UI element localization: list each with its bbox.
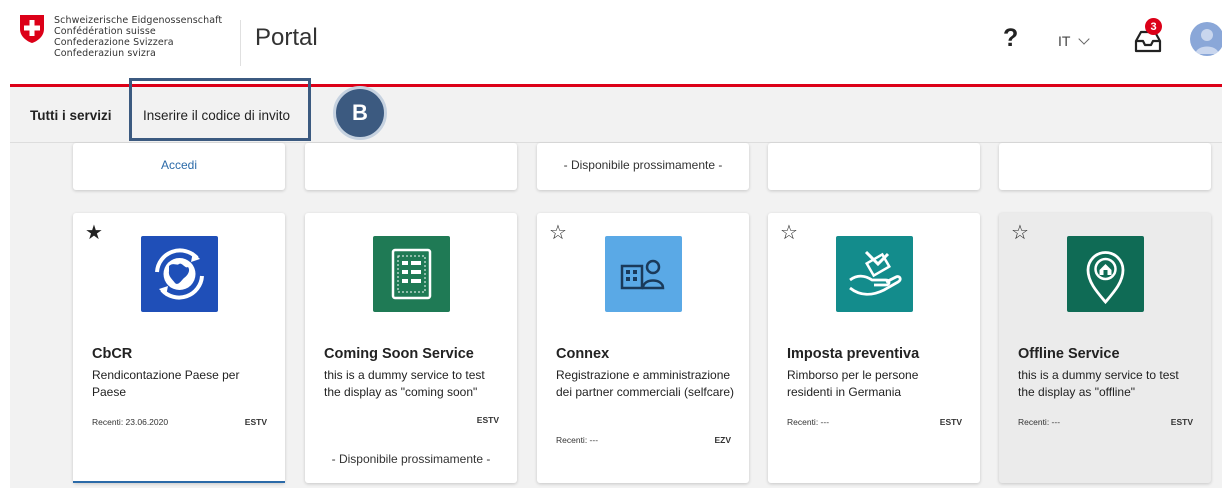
service-card-coming-soon[interactable]: Coming Soon Service this is a dummy serv… [305,213,517,483]
question-mark-icon[interactable]: ? [1003,24,1018,53]
service-owner: ESTV [244,417,267,427]
service-description: Registrazione e amministrazione dei part… [556,368,735,399]
coming-soon-label: - Disponibile prossimamente - [563,158,723,172]
confederation-rm: Confederaziun svizra [54,48,156,59]
service-card-partial[interactable] [768,143,980,190]
service-title: Imposta preventiva [787,346,920,362]
service-recent: Recenti: 23.06.2020 [92,417,169,427]
service-card-cbcr[interactable]: ★ CbCR Rendicontazione Paese per Paese R… [73,213,285,483]
language-selector[interactable]: IT [1058,33,1091,49]
coming-soon-label: - Disponibile prossimamente - [331,452,491,466]
service-description: Rimborso per le persone residenti in Ger… [787,368,919,399]
favorite-star-outline-icon[interactable]: ☆ [780,223,798,243]
service-description: this is a dummy service to test the disp… [324,368,485,399]
service-owner: ESTV [1170,417,1193,427]
service-title: Connex [556,346,610,362]
user-avatar-icon[interactable] [1190,22,1222,56]
tab-invitation-code[interactable]: Inserire il codice di invito [143,87,290,143]
service-recent: Recenti: --- [1018,417,1061,427]
form-document-icon [373,236,450,312]
login-link[interactable]: Accedi [73,158,285,172]
service-card-connex[interactable]: ☆ Connex Registrazione e amministrazione… [537,213,749,483]
tab-bar: Tutti i servizi Inserire il codice di in… [10,87,1222,143]
service-card-partial[interactable] [305,143,517,190]
refund-hand-icon [836,236,913,312]
globe-sync-icon [141,236,218,312]
confederation-fr: Confédération suisse [54,26,156,37]
service-description: Rendicontazione Paese per Paese [92,368,240,399]
location-home-icon [1067,236,1144,312]
header-divider [240,20,241,66]
service-title: Coming Soon Service [324,346,474,362]
service-card-offline[interactable]: ☆ Offline Service this is a dummy servic… [999,213,1211,483]
favorite-star-filled-icon[interactable]: ★ [85,223,103,243]
service-owner: ESTV [476,415,499,425]
service-recent: Recenti: --- [556,435,599,445]
favorite-star-outline-icon[interactable]: ☆ [1011,223,1029,243]
header: Schweizerische Eidgenossenschaft Confédé… [0,0,1222,84]
active-card-indicator [73,481,285,483]
service-card-partial[interactable]: Accedi [73,143,285,190]
annotation-marker: B [333,86,387,140]
service-recent: Recenti: --- [787,417,830,427]
service-owner: EZV [714,435,731,445]
notification-badge: 3 [1145,18,1162,35]
service-card-partial[interactable] [999,143,1211,190]
service-card-imposta-preventiva[interactable]: ☆ Imposta preventiva Rimborso per le per… [768,213,980,483]
service-title: CbCR [92,346,133,362]
confederation-name: Schweizerische Eidgenossenschaft Confédé… [54,15,222,59]
chevron-down-icon [1078,33,1091,45]
confederation-de: Schweizerische Eidgenossenschaft [54,15,223,26]
service-title: Offline Service [1018,346,1120,362]
building-person-icon [605,236,682,312]
page-title: Portal [255,24,318,51]
favorite-star-outline-icon[interactable]: ☆ [549,223,567,243]
service-card-partial[interactable]: - Disponibile prossimamente - [537,143,749,190]
swiss-coat-of-arms-icon [20,15,44,43]
tab-all-services[interactable]: Tutti i servizi [30,87,112,143]
language-label: IT [1058,33,1071,49]
confederation-it: Confederazione Svizzera [54,37,174,48]
service-description: this is a dummy service to test the disp… [1018,368,1179,399]
service-owner: ESTV [939,417,962,427]
